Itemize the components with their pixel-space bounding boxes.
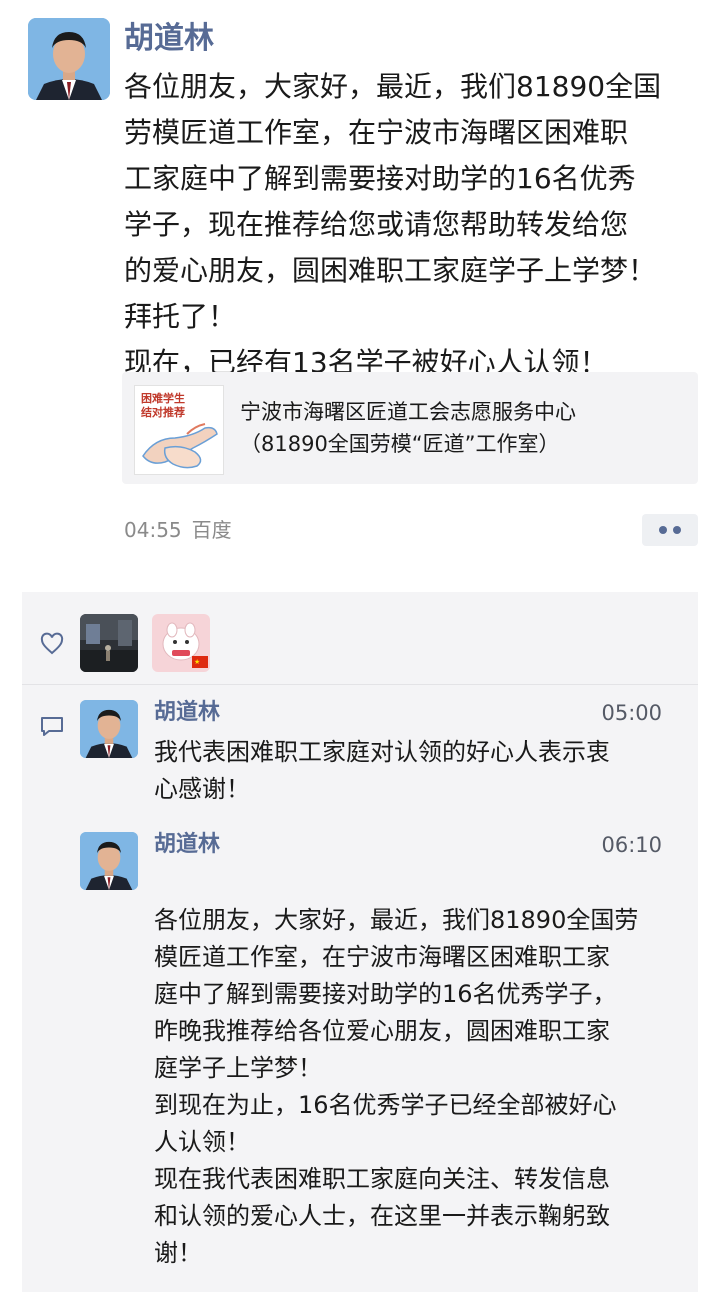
- comment-text-line: 庭中了解到需要接对助学的16名优秀学子，: [154, 980, 617, 1008]
- panel-divider: [22, 684, 698, 685]
- comment-text-line: 到现在为止，16名优秀学子已经全部被好心: [154, 1091, 617, 1119]
- more-actions-button[interactable]: [642, 514, 698, 546]
- post-text-line: 工家庭中了解到需要接对助学的16名优秀: [124, 162, 636, 195]
- post-source[interactable]: 百度: [192, 518, 232, 542]
- link-title-line: （81890全国劳模“匠道”工作室）: [240, 432, 560, 456]
- commenter-avatar[interactable]: [80, 832, 138, 890]
- comment-text-line: 昨晚我推荐给各位爱心朋友，圆困难职工家: [154, 1017, 610, 1045]
- link-title: 宁波市海曙区匠道工会志愿服务中心 （81890全国劳模“匠道”工作室）: [240, 396, 576, 460]
- post-author-name[interactable]: 胡道林: [124, 20, 214, 58]
- comment-time: 06:10: [601, 833, 662, 857]
- comment-text-line: 庭学子上学梦！: [154, 1054, 322, 1082]
- post-text-line: 拜托了！: [124, 300, 237, 333]
- post-time: 04:55: [124, 518, 182, 542]
- comment-text-line: 心感谢！: [154, 775, 250, 803]
- comment-text-line: 我代表困难职工家庭对认领的好心人表示衷: [154, 738, 610, 766]
- link-title-line: 宁波市海曙区匠道工会志愿服务中心: [240, 400, 576, 424]
- post-text-line: 学子，现在推荐给您或请您帮助转发给您: [124, 208, 629, 241]
- comment-text-line: 各位朋友，大家好，最近，我们81890全国劳: [154, 906, 639, 934]
- thumb-text-2: 结对推荐: [140, 405, 185, 419]
- more-dots-icon: [673, 526, 681, 534]
- comment-text-line: 模匠道工作室，在宁波市海曙区困难职工家: [154, 943, 610, 971]
- comment-bubble-icon: [41, 717, 63, 736]
- post-text: 各位朋友，大家好，最近，我们81890全国 劳模匠道工作室，在宁波市海曙区困难职…: [124, 64, 700, 386]
- comment-time: 05:00: [601, 701, 662, 725]
- more-dots-icon: [659, 526, 667, 534]
- post-author-avatar[interactable]: [28, 18, 110, 100]
- comment-text-line: 和认领的爱心人士，在这里一并表示鞠躬致: [154, 1202, 610, 1230]
- post-meta: 04:55 百度: [124, 516, 232, 544]
- post-text-line: 的爱心朋友，圆困难职工家庭学子上学梦！: [124, 254, 657, 287]
- heart-icon: [40, 632, 64, 655]
- commenter-avatar[interactable]: [80, 700, 138, 758]
- comment-text: 各位朋友，大家好，最近，我们81890全国劳 模匠道工作室，在宁波市海曙区困难职…: [154, 902, 674, 1272]
- comment-text-line: 谢！: [154, 1239, 202, 1267]
- comment-item[interactable]: 胡道林 05:00 我代表困难职工家庭对认领的好心人表示衷 心感谢！: [80, 700, 670, 810]
- comment-item[interactable]: 胡道林 06:10 各位朋友，大家好，最近，我们81890全国劳 模匠道工作室，…: [80, 832, 670, 1272]
- comment-text-line: 人认领！: [154, 1128, 250, 1156]
- comment-text: 我代表困难职工家庭对认领的好心人表示衷 心感谢！: [154, 734, 674, 808]
- thumb-text-1: 困难学生: [141, 391, 185, 405]
- link-thumbnail: 困难学生 结对推荐: [134, 385, 224, 475]
- comment-text-line: 现在我代表困难职工家庭向关注、转发信息: [154, 1165, 610, 1193]
- svg-text:★: ★: [194, 658, 200, 666]
- post-text-line: 劳模匠道工作室，在宁波市海曙区困难职: [124, 116, 629, 149]
- liker-avatar[interactable]: ★: [152, 614, 210, 672]
- commenter-name[interactable]: 胡道林: [154, 698, 220, 728]
- likes-row: ★: [22, 592, 698, 684]
- interaction-panel: ★ 胡道林 05:00 我代表困难职工家庭对认领的好心人表示衷 心感谢！ 胡道林…: [22, 592, 698, 1292]
- shared-link-card[interactable]: 困难学生 结对推荐 宁波市海曙区匠道工会志愿服务中心 （81890全国劳模“匠道…: [122, 372, 698, 484]
- post-text-line: 各位朋友，大家好，最近，我们81890全国: [124, 70, 662, 103]
- commenter-name[interactable]: 胡道林: [154, 830, 220, 860]
- liker-avatar[interactable]: [80, 614, 138, 672]
